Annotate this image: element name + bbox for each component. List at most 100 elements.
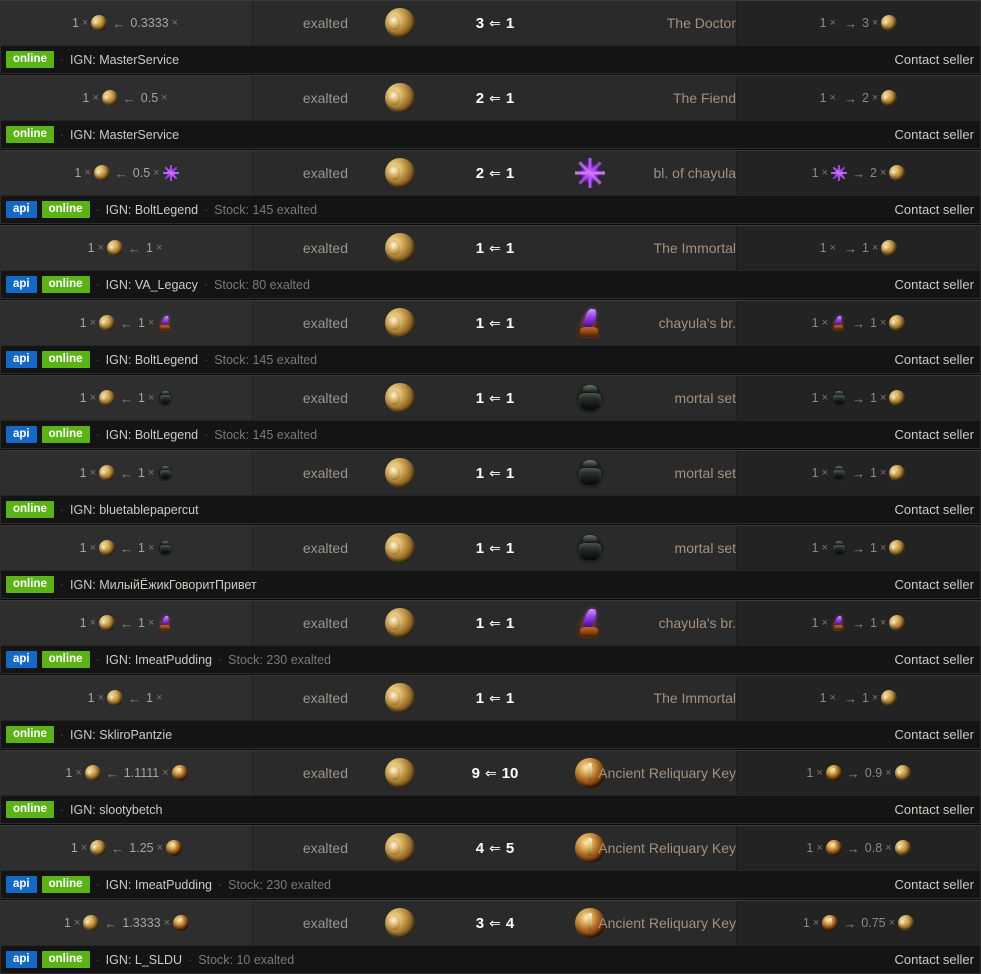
contact-seller-button[interactable]: Contact seller bbox=[885, 277, 974, 292]
contact-seller-button[interactable]: Contact seller bbox=[885, 427, 974, 442]
contact-seller-button[interactable]: Contact seller bbox=[885, 202, 974, 217]
ratio-right: 1 bbox=[505, 689, 515, 707]
ratio-right: 1 bbox=[505, 239, 515, 257]
seller-ign: IGN: bluetablepapercut bbox=[70, 502, 199, 517]
item-icon-cell bbox=[550, 526, 630, 570]
arrow-right-icon: → bbox=[844, 690, 857, 706]
item-icon-cell bbox=[550, 451, 630, 495]
currency-name-cell: exalted bbox=[253, 826, 360, 870]
price-cell[interactable]: 1 × ← 0.5 × bbox=[1, 151, 253, 195]
table-row[interactable]: 1 × ← 1 × exalted 1 ⇐ 1 mortal set 1 × → 1 × online · IGN… bbox=[0, 450, 981, 524]
price-cell[interactable]: 1 × ← 0.5 × bbox=[1, 76, 253, 120]
exalted-orb-icon bbox=[385, 308, 415, 338]
contact-seller-button[interactable]: Contact seller bbox=[885, 502, 974, 517]
arrow-left-double-icon: ⇐ bbox=[489, 539, 501, 556]
chayulas-breachstone-icon bbox=[157, 615, 174, 631]
meta-separator: · bbox=[95, 427, 100, 442]
ratio-left: 1 bbox=[475, 239, 485, 257]
exchange-rate-cell: 1 × → 1 × bbox=[736, 451, 980, 495]
right-right-qty: 1 bbox=[870, 466, 877, 480]
price-cell[interactable]: 1 × ← 1 × bbox=[1, 451, 253, 495]
table-row[interactable]: 1 × ← 1.3333 × exalted 3 ⇐ 4 Ancient Reliquary Ke… bbox=[0, 900, 981, 974]
contact-seller-button[interactable]: Contact seller bbox=[885, 577, 974, 592]
price-cell[interactable]: 1 × ← 1 × bbox=[1, 526, 253, 570]
right-left-qty: 1 bbox=[806, 841, 814, 855]
price-cell[interactable]: 1 × ← 1 × bbox=[1, 301, 253, 345]
currency-name: exalted bbox=[302, 465, 348, 481]
currency-name-cell: exalted bbox=[253, 451, 360, 495]
times-symbol: × bbox=[89, 317, 96, 329]
price-pay-qty: 1 bbox=[138, 391, 145, 405]
contact-seller-button[interactable]: Contact seller bbox=[885, 877, 974, 892]
table-row[interactable]: 1 × ← 1.25 × exalted 4 ⇐ 5 Ancient Reliquary Key 1… bbox=[0, 825, 981, 899]
badge-online: online bbox=[41, 276, 90, 293]
contact-seller-button[interactable]: Contact seller bbox=[885, 952, 974, 967]
ratio-cell: 9 ⇐ 10 bbox=[440, 751, 550, 795]
table-row[interactable]: 1 × ← 0.5 × exalted 2 ⇐ 1 bl. of chayula 1 × → 2 × api o… bbox=[0, 150, 981, 224]
times-symbol: × bbox=[92, 92, 99, 104]
times-symbol: × bbox=[829, 92, 836, 104]
price-cell[interactable]: 1 × ← 1 × bbox=[1, 226, 253, 270]
item-name: mortal set bbox=[674, 390, 736, 406]
price-have-qty: 1 bbox=[63, 916, 71, 930]
price-have-qty: 1 bbox=[79, 466, 87, 480]
contact-seller-button[interactable]: Contact seller bbox=[885, 802, 974, 817]
table-row[interactable]: 1 × ← 0.3333 × exalted 3 ⇐ 1 The Doctor 1 × → 3 × onlin… bbox=[0, 0, 981, 74]
price-cell[interactable]: 1 × ← 1.1111 × bbox=[1, 751, 253, 795]
item-name-cell: Ancient Reliquary Key bbox=[598, 751, 736, 795]
table-row[interactable]: 1 × ← 1 × exalted 1 ⇐ 1 The Immortal 1 × → 1 × online · I… bbox=[0, 675, 981, 749]
mortal-set-icon bbox=[575, 533, 605, 563]
exalted-orb-icon bbox=[83, 915, 100, 931]
exchange-rate-cell: 1 × → 0.8 × bbox=[736, 826, 980, 870]
contact-seller-button[interactable]: Contact seller bbox=[885, 652, 974, 667]
seller-ign: IGN: MasterService bbox=[70, 127, 180, 142]
price-cell[interactable]: 1 × ← 1 × bbox=[1, 376, 253, 420]
item-name-cell: mortal set bbox=[630, 376, 736, 420]
item-name: The Fiend bbox=[672, 90, 736, 106]
table-row[interactable]: 1 × ← 0.5 × exalted 2 ⇐ 1 The Fiend 1 × → 2 × online · IG… bbox=[0, 75, 981, 149]
price-cell[interactable]: 1 × ← 1 × bbox=[1, 601, 253, 645]
currency-name-cell: exalted bbox=[253, 901, 360, 945]
price-cell[interactable]: 1 × ← 0.3333 × bbox=[1, 1, 253, 45]
row-meta: api online · IGN: BoltLegend · Stock: 145 exa… bbox=[1, 346, 980, 373]
meta-separator: · bbox=[59, 127, 65, 142]
currency-icon-cell bbox=[360, 226, 440, 270]
times-symbol: × bbox=[161, 92, 168, 104]
contact-seller-button[interactable]: Contact seller bbox=[885, 727, 974, 742]
currency-name-cell: exalted bbox=[253, 526, 360, 570]
times-symbol: × bbox=[816, 842, 823, 854]
currency-name: exalted bbox=[302, 15, 348, 31]
exalted-orb-icon bbox=[898, 915, 915, 931]
ratio-left: 2 bbox=[475, 89, 485, 107]
arrow-left-icon: ← bbox=[122, 90, 136, 106]
badge-online: online bbox=[6, 726, 54, 743]
table-row[interactable]: 1 × ← 1 × exalted 1 ⇐ 1 mortal set 1 × → 1 × api online ·… bbox=[0, 375, 981, 449]
ratio-cell: 1 ⇐ 1 bbox=[440, 451, 550, 495]
table-row[interactable]: 1 × ← 1 × exalted 1 ⇐ 1 chayula's br. 1 × → 1 × api onli… bbox=[0, 300, 981, 374]
contact-seller-button[interactable]: Contact seller bbox=[885, 352, 974, 367]
exalted-orb-icon bbox=[881, 90, 898, 106]
price-pay-qty: 1 bbox=[146, 241, 153, 255]
meta-separator: · bbox=[59, 502, 65, 517]
price-cell[interactable]: 1 × ← 1.25 × bbox=[1, 826, 253, 870]
price-cell[interactable]: 1 × ← 1.3333 × bbox=[1, 901, 253, 945]
exalted-orb-icon bbox=[894, 840, 911, 856]
seller-stock: Stock: 10 exalted bbox=[198, 952, 295, 967]
times-symbol: × bbox=[155, 692, 163, 704]
price-cell[interactable]: 1 × ← 1 × bbox=[1, 676, 253, 720]
table-row[interactable]: 1 × ← 1 × exalted 1 ⇐ 1 mortal set 1 × → 1 × online · IGN… bbox=[0, 525, 981, 599]
item-icon-cell bbox=[550, 301, 630, 345]
currency-icon-cell bbox=[360, 151, 440, 195]
meta-separator: · bbox=[59, 802, 65, 817]
badge-online: online bbox=[6, 501, 54, 518]
arrow-right-icon: → bbox=[846, 765, 860, 781]
price-have-qty: 1 bbox=[87, 241, 95, 255]
contact-seller-button[interactable]: Contact seller bbox=[885, 127, 974, 142]
times-symbol: × bbox=[75, 767, 82, 779]
currency-icon-cell bbox=[360, 676, 440, 720]
ratio-right: 5 bbox=[505, 839, 515, 857]
table-row[interactable]: 1 × ← 1 × exalted 1 ⇐ 1 chayula's br. 1 × → 1 × api onli… bbox=[0, 600, 981, 674]
arrow-left-icon: ← bbox=[120, 540, 133, 556]
contact-seller-button[interactable]: Contact seller bbox=[885, 52, 974, 67]
table-row[interactable]: 1 × ← 1 × exalted 1 ⇐ 1 The Immortal 1 × → 1 × api onlin… bbox=[0, 225, 981, 299]
